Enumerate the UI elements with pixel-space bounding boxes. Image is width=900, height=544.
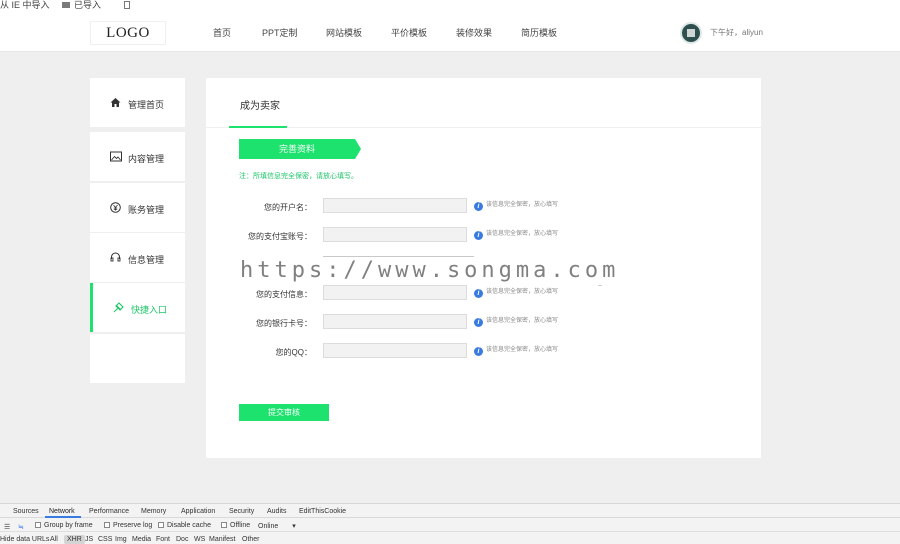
nav-item-budget-templates[interactable]: 平价模板	[391, 26, 427, 39]
sidebar-item-label: 内容管理	[128, 154, 165, 164]
filter-xhr[interactable]: XHR	[64, 535, 85, 544]
headset-icon	[110, 252, 121, 263]
qq-hint: i 该信息完全保密，放心填写	[474, 344, 558, 356]
tab-active-indicator	[229, 126, 287, 128]
chevron-down-icon: ▾	[292, 523, 296, 530]
user-greeting: 下午好，aliyun	[710, 28, 763, 37]
section-ribbon: 完善资料	[239, 139, 361, 159]
filter-hide-data-urls[interactable]: Hide data URLs	[0, 536, 49, 543]
site-header: LOGO 首页 PPT定制 网站模板 平价模板 装修效果 简历模板 下午好，al…	[0, 12, 900, 52]
sidebar-filler	[90, 334, 185, 383]
alipay-account-label: 您的支付宝账号：	[248, 232, 312, 241]
checkbox-icon	[158, 522, 164, 528]
payment-info-input[interactable]	[323, 285, 467, 300]
filter-doc[interactable]: Doc	[176, 536, 188, 543]
ribbon-arrow	[355, 139, 361, 159]
checkbox-icon	[104, 522, 110, 528]
qq-label: 您的QQ：	[275, 348, 312, 357]
watermark: https://www.songma.com	[240, 258, 620, 283]
sidebar-item-label: 快捷入口	[131, 305, 168, 315]
devtools-active-tab-indicator	[45, 516, 81, 518]
devtools-tab-sources[interactable]: Sources	[13, 508, 39, 515]
nav-item-ppt[interactable]: PPT定制	[262, 26, 298, 39]
filter-js[interactable]: JS	[85, 536, 93, 543]
bookmark-import-ie[interactable]: 从 IE 中导入	[0, 0, 50, 10]
folder-icon	[62, 2, 71, 8]
payment-info-label: 您的支付信息：	[256, 290, 312, 299]
preserve-log-checkbox[interactable]: Preserve log	[104, 522, 152, 529]
image-icon	[110, 151, 122, 162]
sidebar-item-label: 账务管理	[128, 205, 165, 215]
account-name-hint: i 该信息完全保密，放心填写	[474, 199, 558, 211]
qq-input[interactable]	[323, 343, 467, 358]
throttling-select[interactable]: Online ▾	[258, 522, 296, 530]
divider-mark	[598, 285, 602, 286]
info-icon: i	[474, 318, 483, 327]
devtools-tab-memory[interactable]: Memory	[141, 508, 166, 515]
alipay-account-hint: i 该信息完全保密，放心填写	[474, 228, 558, 240]
yen-icon	[110, 202, 121, 213]
sidebar-item-content[interactable]: 内容管理	[90, 132, 185, 181]
filter-font[interactable]: Font	[156, 536, 170, 543]
waterfall-icon[interactable]: ≒	[18, 523, 24, 531]
document-icon[interactable]	[123, 1, 130, 9]
sidebar-item-label: 信息管理	[128, 255, 165, 265]
info-icon: i	[474, 347, 483, 356]
tab-become-seller[interactable]: 成为卖家	[240, 97, 280, 112]
group-by-frame-checkbox[interactable]: Group by frame	[35, 522, 93, 529]
logo[interactable]: LOGO	[90, 21, 166, 45]
bank-card-input[interactable]	[323, 314, 467, 329]
devtools-tab-network[interactable]: Network	[49, 508, 75, 515]
filter-img[interactable]: Img	[115, 536, 127, 543]
filter-manifest[interactable]: Manifest	[209, 536, 235, 543]
home-icon	[110, 97, 121, 108]
filter-ws[interactable]: WS	[194, 536, 205, 543]
devtools-tab-editthiscookie[interactable]: EditThisCookie	[299, 508, 346, 515]
devtools-toolbar: ☰ ≒ Group by frame Preserve log Disable …	[0, 519, 900, 532]
filter-media[interactable]: Media	[132, 536, 151, 543]
divider-line	[323, 256, 474, 257]
payment-info-hint: i 该信息完全保密，放心填写	[474, 286, 558, 298]
nav-item-decoration[interactable]: 装修效果	[456, 26, 492, 39]
nav-item-web-templates[interactable]: 网站模板	[326, 26, 362, 39]
filter-css[interactable]: CSS	[98, 536, 112, 543]
devtools-tabs: Sources Network Performance Memory Appli…	[0, 504, 900, 518]
nav-item-resume[interactable]: 简历模板	[521, 26, 557, 39]
devtools-panel: Sources Network Performance Memory Appli…	[0, 503, 900, 544]
bank-card-label: 您的银行卡号：	[256, 319, 312, 328]
filter-all[interactable]: All	[50, 536, 58, 543]
account-name-input[interactable]	[323, 198, 467, 213]
sidebar-item-finance[interactable]: 账务管理	[90, 183, 185, 232]
bank-card-hint: i 该信息完全保密，放心填写	[474, 315, 558, 327]
checkbox-icon	[221, 522, 227, 528]
disable-cache-checkbox[interactable]: Disable cache	[158, 522, 211, 529]
bookmark-imported[interactable]: 已导入	[62, 0, 111, 10]
account-name-label: 您的开户名：	[264, 203, 312, 212]
checkbox-icon	[35, 522, 41, 528]
devtools-tab-audits[interactable]: Audits	[267, 508, 286, 515]
sidebar-item-dashboard[interactable]: 管理首页	[90, 78, 185, 127]
tab-divider	[206, 127, 761, 128]
devtools-tab-application[interactable]: Application	[181, 508, 215, 515]
offline-checkbox[interactable]: Offline	[221, 522, 250, 529]
info-icon: i	[474, 289, 483, 298]
info-icon: i	[474, 231, 483, 240]
sidebar-item-shortcuts[interactable]: 快捷入口	[90, 283, 185, 332]
devtools-tab-performance[interactable]: Performance	[89, 508, 129, 515]
devtools-tab-security[interactable]: Security	[229, 508, 254, 515]
bookmarks-bar: 从 IE 中导入 已导入	[0, 0, 900, 12]
list-view-icon[interactable]: ☰	[4, 523, 10, 531]
sidebar-item-messages[interactable]: 信息管理	[90, 233, 185, 282]
shortcut-icon	[113, 302, 124, 313]
sidebar-item-label: 管理首页	[128, 100, 165, 110]
info-icon: i	[474, 202, 483, 211]
submit-review-button[interactable]: 提交审核	[239, 404, 329, 421]
privacy-notice: 注：所填信息完全保密，请放心填写。	[239, 173, 358, 180]
alipay-account-input[interactable]	[323, 227, 467, 242]
filter-other[interactable]: Other	[242, 536, 260, 543]
nav-item-home[interactable]: 首页	[213, 26, 231, 39]
avatar[interactable]	[680, 22, 702, 44]
devtools-filter-bar: Hide data URLs All XHR JS CSS Img Media …	[0, 533, 900, 544]
ribbon-label: 完善资料	[239, 139, 355, 159]
